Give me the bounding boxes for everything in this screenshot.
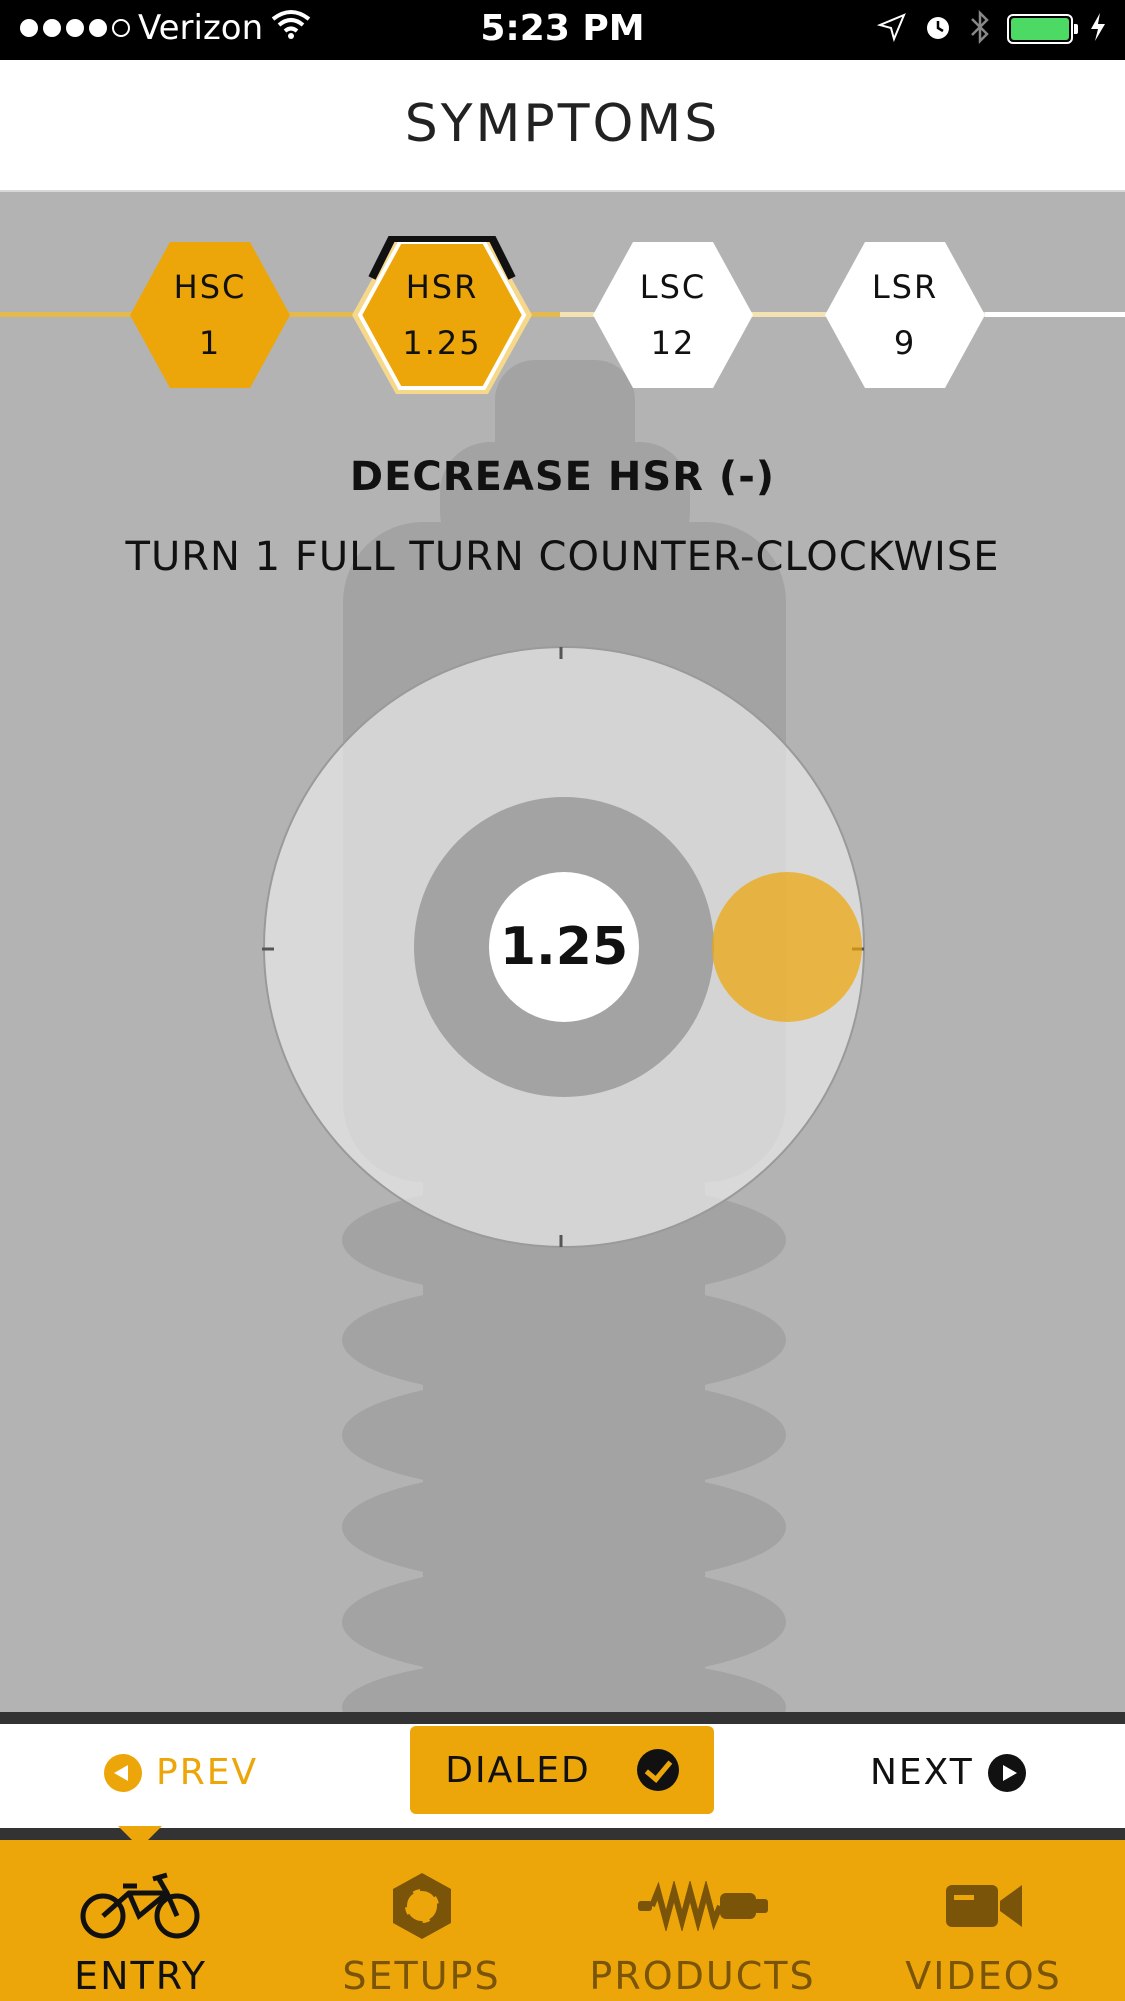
bike-icon bbox=[0, 1868, 281, 1944]
video-camera-icon bbox=[843, 1868, 1124, 1944]
status-icons bbox=[876, 9, 1107, 48]
dial-value: 1.25 bbox=[489, 872, 639, 1022]
action-bar: PREV DIALED NEXT bbox=[0, 1712, 1125, 1840]
adjuster-label: HSR bbox=[405, 268, 479, 306]
dial-handle bbox=[712, 872, 862, 1022]
chevron-right-icon bbox=[987, 1753, 1026, 1792]
battery-icon bbox=[1007, 14, 1078, 44]
chevron-left-icon bbox=[104, 1753, 142, 1792]
tab-label: SETUPS bbox=[342, 1954, 501, 1998]
hex-nut-icon bbox=[281, 1868, 562, 1944]
page-title: SYMPTOMS bbox=[404, 94, 721, 154]
tab-entry[interactable]: ENTRY bbox=[0, 1840, 281, 2001]
tab-setups[interactable]: SETUPS bbox=[281, 1840, 562, 2001]
tab-products[interactable]: PRODUCTS bbox=[562, 1840, 843, 2001]
check-icon bbox=[636, 1749, 679, 1791]
adjuster-label: LSR bbox=[871, 268, 939, 306]
shock-icon bbox=[562, 1868, 843, 1944]
adjuster-value: 9 bbox=[893, 324, 917, 362]
location-icon bbox=[876, 12, 907, 46]
next-label: NEXT bbox=[870, 1752, 974, 1793]
bluetooth-icon bbox=[969, 9, 991, 48]
prev-button[interactable]: PREV bbox=[104, 1752, 258, 1793]
tab-label: VIDEOS bbox=[905, 1954, 1062, 1998]
tab-label: ENTRY bbox=[74, 1954, 207, 1998]
tab-label: PRODUCTS bbox=[589, 1954, 816, 1998]
alarm-icon bbox=[923, 12, 953, 46]
charging-icon bbox=[1089, 12, 1107, 46]
adjuster-value: 12 bbox=[650, 324, 696, 362]
next-button[interactable]: NEXT bbox=[870, 1752, 1026, 1793]
adjuster-value: 1.25 bbox=[402, 324, 482, 362]
header: SYMPTOMS bbox=[0, 60, 1125, 192]
dialed-label: DIALED bbox=[445, 1749, 591, 1791]
adjuster-label: HSC bbox=[173, 268, 247, 306]
status-bar: Verizon 5:23 PM bbox=[0, 0, 1125, 60]
tab-videos[interactable]: VIDEOS bbox=[843, 1840, 1124, 2001]
adjuster-label: LSC bbox=[639, 268, 707, 306]
tab-bar: ENTRY SETUPS PRODUCTS VIDEOS bbox=[0, 1840, 1125, 2001]
prev-label: PREV bbox=[156, 1752, 259, 1793]
main-content: HSC 1 HSR 1.25 LSC 12 LSR 9 DECREASE HSR… bbox=[0, 192, 1125, 1712]
dialed-button[interactable]: DIALED bbox=[410, 1726, 714, 1814]
adjuster-value: 1 bbox=[198, 324, 222, 362]
